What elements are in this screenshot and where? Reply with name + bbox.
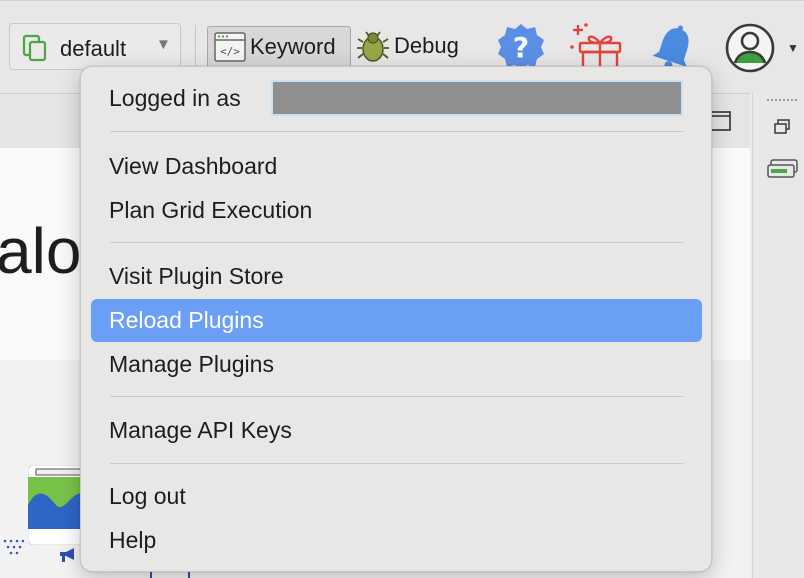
panel-icon[interactable] <box>767 159 799 184</box>
menu-divider <box>110 463 684 464</box>
area-chart-thumbnail-icon <box>27 464 85 550</box>
keyword-button[interactable]: </> Keyword <box>207 26 351 68</box>
menu-item-reload-plugins[interactable]: Reload Plugins <box>91 299 702 342</box>
svg-text:</>: </> <box>220 45 240 58</box>
restore-window-icon[interactable] <box>774 119 790 140</box>
menu-divider <box>110 131 684 132</box>
svg-text:?: ? <box>513 31 529 64</box>
dots-grid-icon <box>2 538 25 561</box>
menu-item-plan-grid-execution[interactable]: Plan Grid Execution <box>91 189 702 232</box>
menu-item-view-dashboard[interactable]: View Dashboard <box>91 145 702 188</box>
menu-item-manage-plugins[interactable]: Manage Plugins <box>91 343 702 386</box>
profile-value: default <box>60 36 127 61</box>
copy-icon <box>22 34 48 67</box>
menu-item-log-out[interactable]: Log out <box>91 475 702 518</box>
bug-icon <box>356 30 390 69</box>
username-redacted <box>271 80 683 116</box>
rail-grip <box>767 99 797 101</box>
toolbar-divider <box>195 25 196 69</box>
logged-in-label: Logged in as <box>109 85 241 111</box>
code-window-icon: </> <box>214 32 246 67</box>
chevron-down-icon: ▼ <box>156 36 171 53</box>
menu-divider <box>110 242 684 243</box>
content-heading: alo <box>0 215 82 287</box>
maximize-window-icon[interactable] <box>709 111 731 136</box>
menu-item-manage-api-keys[interactable]: Manage API Keys <box>91 409 702 452</box>
debug-button[interactable]: Debug <box>356 26 468 68</box>
profile-select[interactable]: default ▼ <box>9 23 181 70</box>
debug-button-label: Debug <box>394 33 459 58</box>
menu-divider <box>110 396 684 397</box>
right-side-rail <box>752 93 804 578</box>
account-menu: Logged in as View Dashboard Plan Grid Ex… <box>80 66 712 572</box>
user-avatar-icon[interactable] <box>724 22 776 79</box>
megaphone-icon <box>58 546 78 571</box>
keyword-button-label: Keyword <box>250 34 336 59</box>
menu-item-visit-plugin-store[interactable]: Visit Plugin Store <box>91 255 702 298</box>
avatar-chevron-down-icon[interactable]: ▼ <box>787 41 799 55</box>
menu-item-help[interactable]: Help <box>91 519 702 562</box>
